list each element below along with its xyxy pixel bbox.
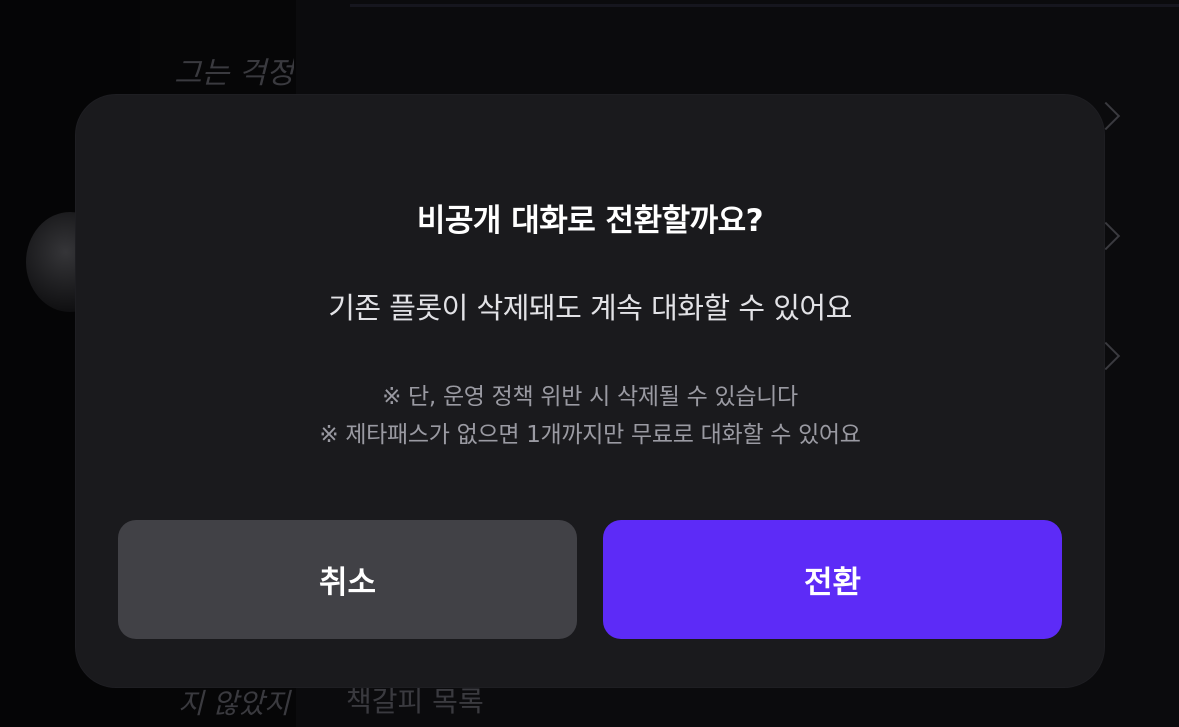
background-message-text: 지 않았지 bbox=[178, 687, 290, 720]
dialog-title: 비공개 대화로 전환할까요? bbox=[416, 203, 764, 239]
dialog-note-pass: ※ 제타패스가 없으면 1개까지만 무료로 대화할 수 있어요 bbox=[319, 422, 861, 448]
background-divider bbox=[350, 4, 1179, 7]
dialog-note-policy: ※ 단, 운영 정책 위반 시 삭제될 수 있습니다 bbox=[382, 384, 798, 410]
app-screen: 그는 걱정 지 않았지 책갈피 목록 비공개 대화로 전환할까요? 기존 플롯이… bbox=[0, 0, 1179, 727]
convert-button[interactable]: 전환 bbox=[603, 520, 1062, 639]
dialog-description: 기존 플롯이 삭제돼도 계속 대화할 수 있어요 bbox=[328, 291, 852, 325]
cancel-button[interactable]: 취소 bbox=[118, 520, 577, 639]
convert-private-dialog: 비공개 대화로 전환할까요? 기존 플롯이 삭제돼도 계속 대화할 수 있어요 … bbox=[76, 95, 1104, 687]
background-message-text: 그는 걱정 bbox=[174, 56, 294, 91]
